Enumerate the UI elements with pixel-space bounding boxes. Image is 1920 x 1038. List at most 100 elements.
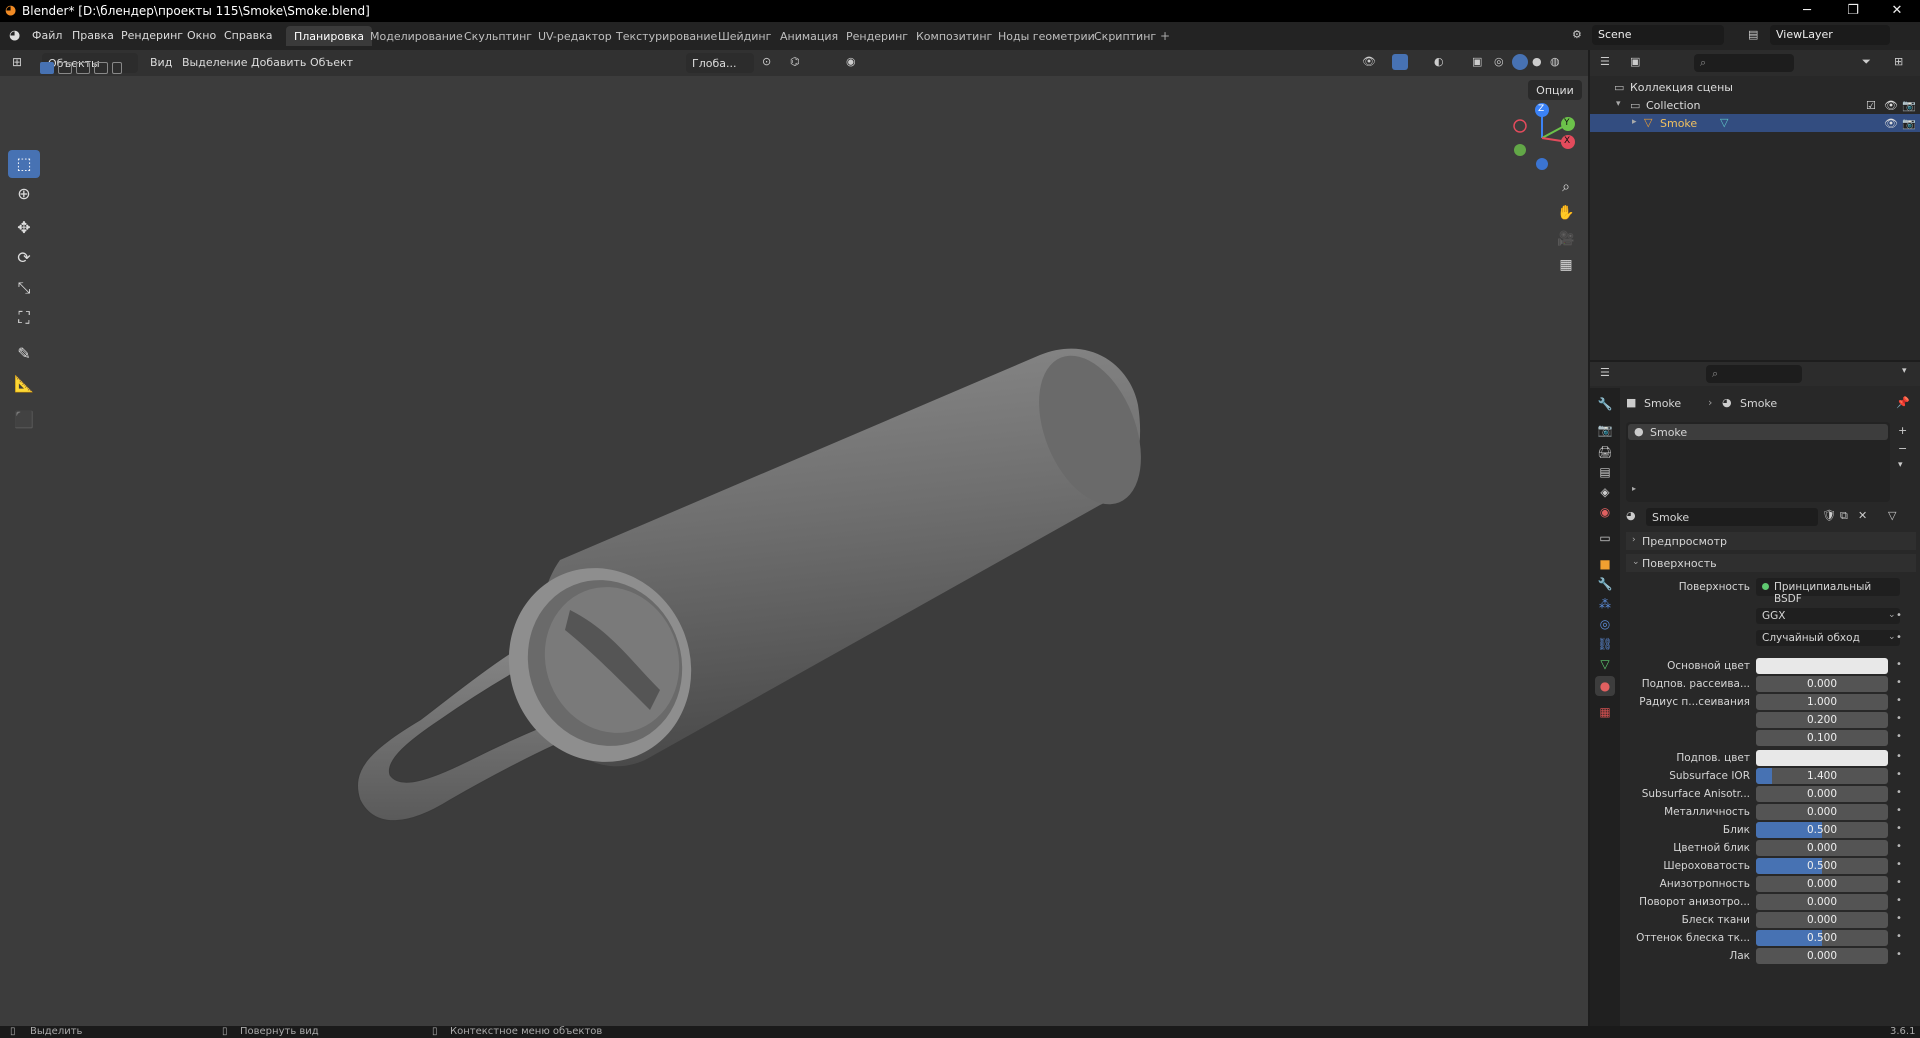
numeric-field[interactable]: 0.100 — [1756, 730, 1888, 746]
numeric-field[interactable]: 0.500 — [1756, 930, 1888, 946]
transform-tool[interactable]: ⛶ — [8, 304, 40, 332]
keyframe-dot-icon[interactable]: • — [1896, 677, 1902, 688]
exclude-checkbox-icon[interactable]: ☑ — [1866, 99, 1876, 112]
numeric-field[interactable]: 0.000 — [1756, 948, 1888, 964]
properties-editor-icon[interactable]: ☰ — [1600, 366, 1610, 379]
expand-arrow-icon[interactable]: ▾ — [1616, 99, 1621, 109]
keyframe-dot-icon[interactable]: • — [1896, 787, 1902, 798]
filter-icon[interactable]: ⏷ — [1862, 55, 1871, 69]
keyframe-dot-icon[interactable]: • — [1896, 659, 1902, 670]
annotate-tool[interactable]: ✎ — [8, 340, 40, 368]
scene-tab-icon[interactable]: ◈ — [1595, 482, 1615, 502]
scene-selector[interactable]: Scene — [1592, 25, 1724, 45]
menu-render[interactable]: Рендеринг — [121, 29, 183, 42]
numeric-field[interactable]: 0.000 — [1756, 786, 1888, 802]
fake-user-icon[interactable]: 🛡 — [1822, 509, 1836, 522]
menu-window[interactable]: Окно — [187, 29, 216, 42]
expand-arrow-icon[interactable]: ▸ — [1632, 484, 1636, 493]
tab-sculpting[interactable]: Скульптинг — [456, 26, 540, 46]
rendered-shading-icon[interactable]: ◍ — [1550, 55, 1560, 68]
numeric-field[interactable]: 0.000 — [1756, 804, 1888, 820]
new-collection-icon[interactable]: ⊞ — [1894, 55, 1903, 68]
render-camera-icon[interactable]: 📷 — [1902, 117, 1916, 130]
select-intersect-icon[interactable] — [112, 62, 122, 74]
rotate-tool[interactable]: ⟳ — [8, 244, 40, 272]
keyframe-dot-icon[interactable]: • — [1896, 805, 1902, 816]
select-invert-icon[interactable] — [94, 62, 108, 74]
visibility-icon[interactable]: 👁 — [1362, 55, 1376, 68]
display-mode-icon[interactable]: ▣ — [1630, 55, 1640, 68]
view-layer-selector[interactable]: ViewLayer — [1770, 25, 1890, 45]
tab-rendering[interactable]: Рендеринг — [838, 26, 916, 46]
select-subtract-icon[interactable] — [76, 62, 90, 74]
tab-shading[interactable]: Шейдинг — [710, 26, 779, 46]
output-tab-icon[interactable]: 🖨 — [1595, 442, 1615, 462]
tab-layout[interactable]: Планировка — [286, 26, 372, 46]
numeric-field[interactable]: 0.000 — [1756, 676, 1888, 692]
keyframe-dot-icon[interactable]: • — [1896, 931, 1902, 942]
scene-icon[interactable]: ⚙ — [1572, 28, 1582, 41]
keyframe-dot-icon[interactable]: • — [1896, 632, 1902, 643]
zoom-icon[interactable]: ⌕ — [1553, 174, 1579, 200]
navigation-gizmo[interactable]: Z Y X — [1506, 102, 1578, 174]
subsurface-method-dropdown[interactable]: Случайный обход ⌄ — [1756, 630, 1900, 646]
tab-uv-editing[interactable]: UV-редактор — [530, 26, 620, 46]
material-name-field[interactable]: Smoke — [1646, 508, 1818, 526]
keyframe-dot-icon[interactable]: • — [1896, 823, 1902, 834]
surface-shader-dropdown[interactable]: Принципиальный BSDF — [1756, 578, 1900, 605]
editor-type-icon[interactable]: ⊞ — [12, 55, 22, 69]
keyframe-dot-icon[interactable]: • — [1896, 859, 1902, 870]
camera-view-icon[interactable]: 🎥 — [1553, 226, 1579, 252]
transform-orientation-dropdown[interactable]: Глоба... — [686, 53, 754, 73]
outliner-editor-icon[interactable]: ☰ — [1600, 55, 1610, 68]
numeric-field[interactable]: 0.500 — [1756, 858, 1888, 874]
keyframe-dot-icon[interactable]: • — [1896, 731, 1902, 742]
numeric-field[interactable]: 1.400 — [1756, 768, 1888, 784]
snap-icon[interactable]: ⌬ — [790, 55, 800, 68]
select-box-tool[interactable]: ⬚ — [8, 150, 40, 178]
move-tool[interactable]: ✥ — [8, 214, 40, 242]
chevron-down-icon[interactable]: ▾ — [1902, 366, 1907, 376]
pivot-icon[interactable]: ⊙ — [762, 55, 771, 68]
world-tab-icon[interactable]: ◉ — [1595, 502, 1615, 522]
keyframe-dot-icon[interactable]: • — [1896, 913, 1902, 924]
pan-hand-icon[interactable]: ✋ — [1553, 200, 1579, 226]
panel-surface[interactable]: ⌄ Поверхность — [1626, 554, 1916, 572]
render-camera-icon[interactable]: 📷 — [1902, 99, 1916, 112]
tab-modeling[interactable]: Моделирование — [362, 26, 471, 46]
keyframe-dot-icon[interactable]: • — [1896, 877, 1902, 888]
select-mode-buttons[interactable] — [38, 60, 124, 76]
menu-view[interactable]: Вид — [150, 56, 172, 69]
eye-icon[interactable]: 👁 — [1884, 117, 1898, 130]
eye-icon[interactable]: 👁 — [1884, 99, 1898, 112]
restore-button[interactable]: ❐ — [1830, 0, 1876, 22]
keyframe-dot-icon[interactable]: • — [1896, 695, 1902, 706]
distribution-dropdown[interactable]: GGX ⌄ — [1756, 608, 1900, 624]
outliner-row-collection[interactable]: ▾ ▭ Collection ☑ 👁 📷 — [1590, 96, 1920, 114]
render-tab-icon[interactable]: 📷 — [1595, 420, 1615, 440]
properties-search-input[interactable]: ⌕ — [1706, 365, 1802, 383]
numeric-field[interactable]: 1.000 — [1756, 694, 1888, 710]
pin-icon[interactable]: 📌 — [1896, 396, 1910, 409]
menu-file[interactable]: Файл — [32, 29, 62, 42]
select-new-icon[interactable] — [40, 62, 54, 74]
numeric-field[interactable]: 0.200 — [1756, 712, 1888, 728]
browse-material-icon[interactable]: ◕ — [1626, 509, 1636, 522]
menu-help[interactable]: Справка — [224, 29, 272, 42]
outliner-row-scene-collection[interactable]: ▭ Коллекция сцены — [1590, 78, 1920, 96]
menu-object[interactable]: Объект — [310, 56, 353, 69]
keyframe-dot-icon[interactable]: • — [1896, 949, 1902, 960]
color-swatch-field[interactable] — [1756, 658, 1888, 674]
link-data-icon[interactable]: ▽ — [1888, 509, 1896, 522]
keyframe-dot-icon[interactable]: • — [1896, 769, 1902, 780]
menu-select[interactable]: Выделение — [182, 56, 248, 69]
tab-scripting[interactable]: Скриптинг — [1086, 26, 1164, 46]
material-slot-row[interactable]: ● Smoke — [1628, 424, 1888, 440]
gizmo-toggle-icon[interactable] — [1392, 54, 1408, 70]
3d-viewport[interactable]: ⊞ Объекты Вид Выделение Добавить Объект … — [0, 50, 1588, 1026]
keyframe-dot-icon[interactable]: • — [1896, 751, 1902, 762]
blender-menu-icon[interactable]: ◕ — [9, 28, 20, 43]
view-layer-icon[interactable]: ▤ — [1748, 28, 1758, 41]
solid-shading-icon[interactable] — [1512, 54, 1528, 70]
menu-add[interactable]: Добавить — [251, 56, 306, 69]
